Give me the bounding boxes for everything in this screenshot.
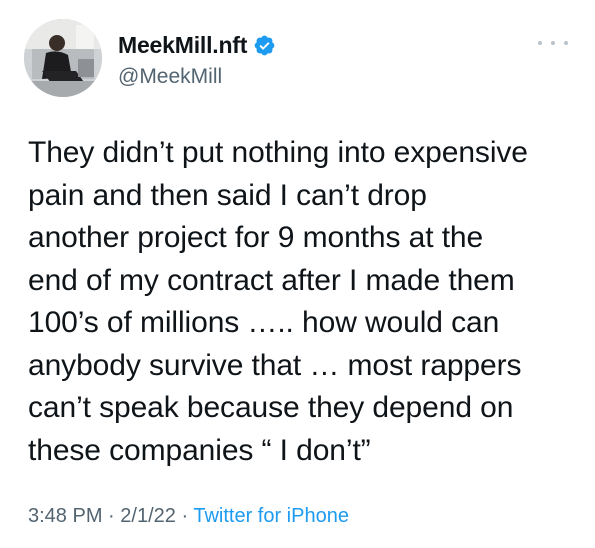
author-handle[interactable]: @MeekMill — [118, 63, 222, 91]
more-dot — [538, 41, 542, 45]
tweet-time[interactable]: 3:48 PM — [28, 505, 102, 527]
more-options-icon[interactable] — [538, 33, 568, 53]
tweet-metadata: 3:48 PM · 2/1/22 · Twitter for iPhone — [28, 502, 349, 530]
tweet-source-link[interactable]: Twitter for iPhone — [193, 505, 349, 527]
author-display-name[interactable]: MeekMill.nft — [118, 30, 247, 60]
tweet-date[interactable]: 2/1/22 — [120, 505, 176, 527]
author-name-row[interactable]: MeekMill.nft — [118, 30, 276, 60]
meta-separator: · — [108, 505, 115, 527]
avatar-photo — [24, 19, 102, 97]
verified-badge-icon — [253, 34, 276, 57]
more-dot — [551, 41, 555, 45]
meta-separator: · — [181, 505, 189, 527]
tweet-text: They didn’t put nothing into expensive p… — [28, 136, 528, 467]
more-dot — [564, 41, 568, 45]
tweet-card: MeekMill.nft @MeekMill They didn’t put n… — [0, 0, 595, 548]
avatar[interactable] — [24, 19, 102, 97]
